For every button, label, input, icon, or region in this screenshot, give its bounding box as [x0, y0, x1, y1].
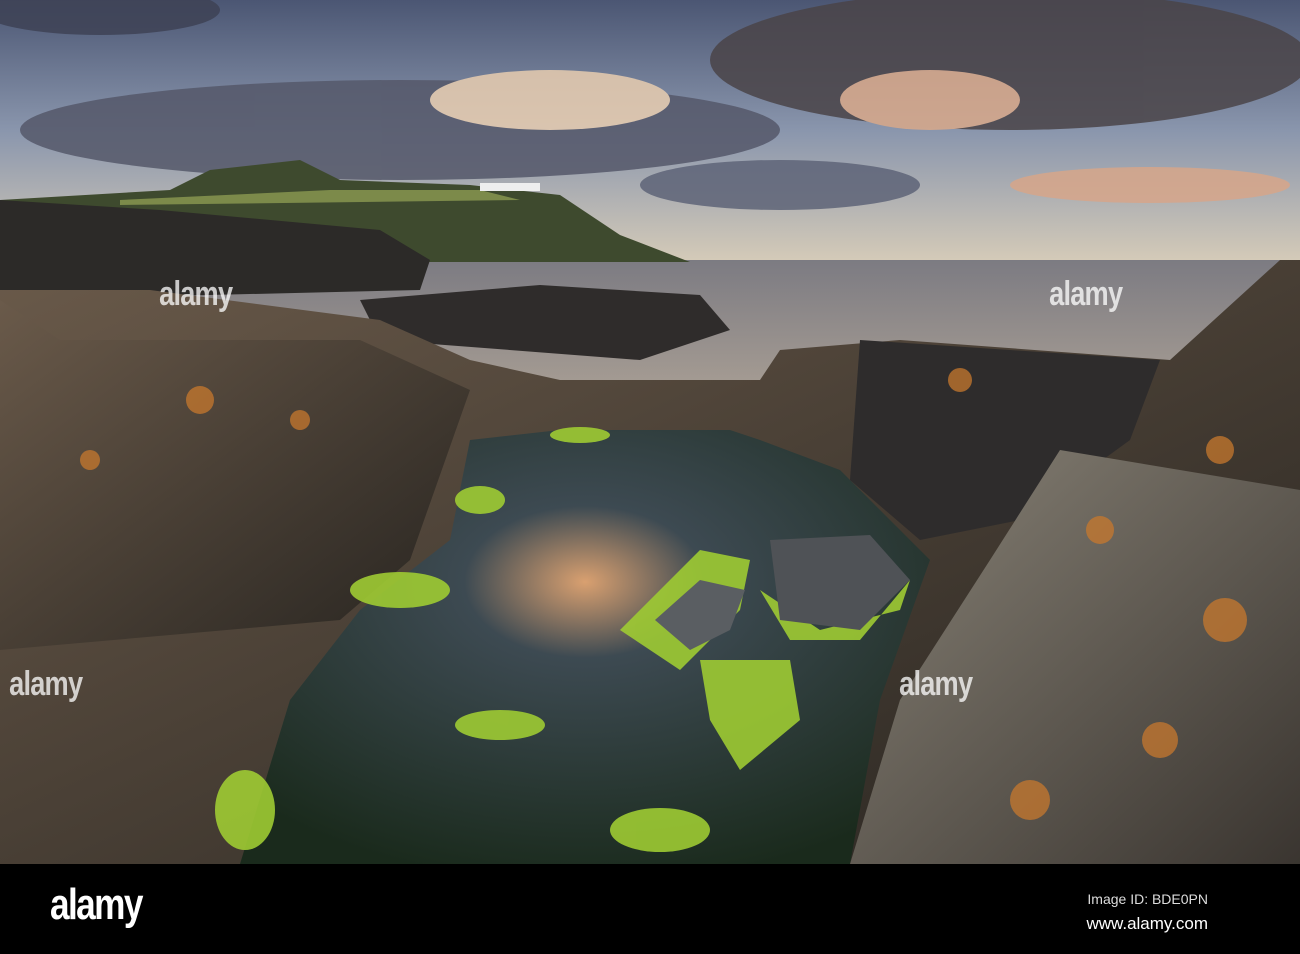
- watermark: alamy: [159, 275, 233, 313]
- coastal-rockpool-photo: [0, 0, 1300, 864]
- watermark: alamy: [1049, 275, 1123, 313]
- image-id: Image ID: BDE0PN: [1087, 891, 1208, 907]
- watermark: alamy: [899, 665, 973, 703]
- alamy-logo: alamy: [50, 880, 143, 929]
- footer-bar: alamy Image ID: BDE0PN www.alamy.com: [0, 864, 1300, 954]
- site-url: www.alamy.com: [1086, 914, 1208, 933]
- watermark: alamy: [9, 665, 83, 703]
